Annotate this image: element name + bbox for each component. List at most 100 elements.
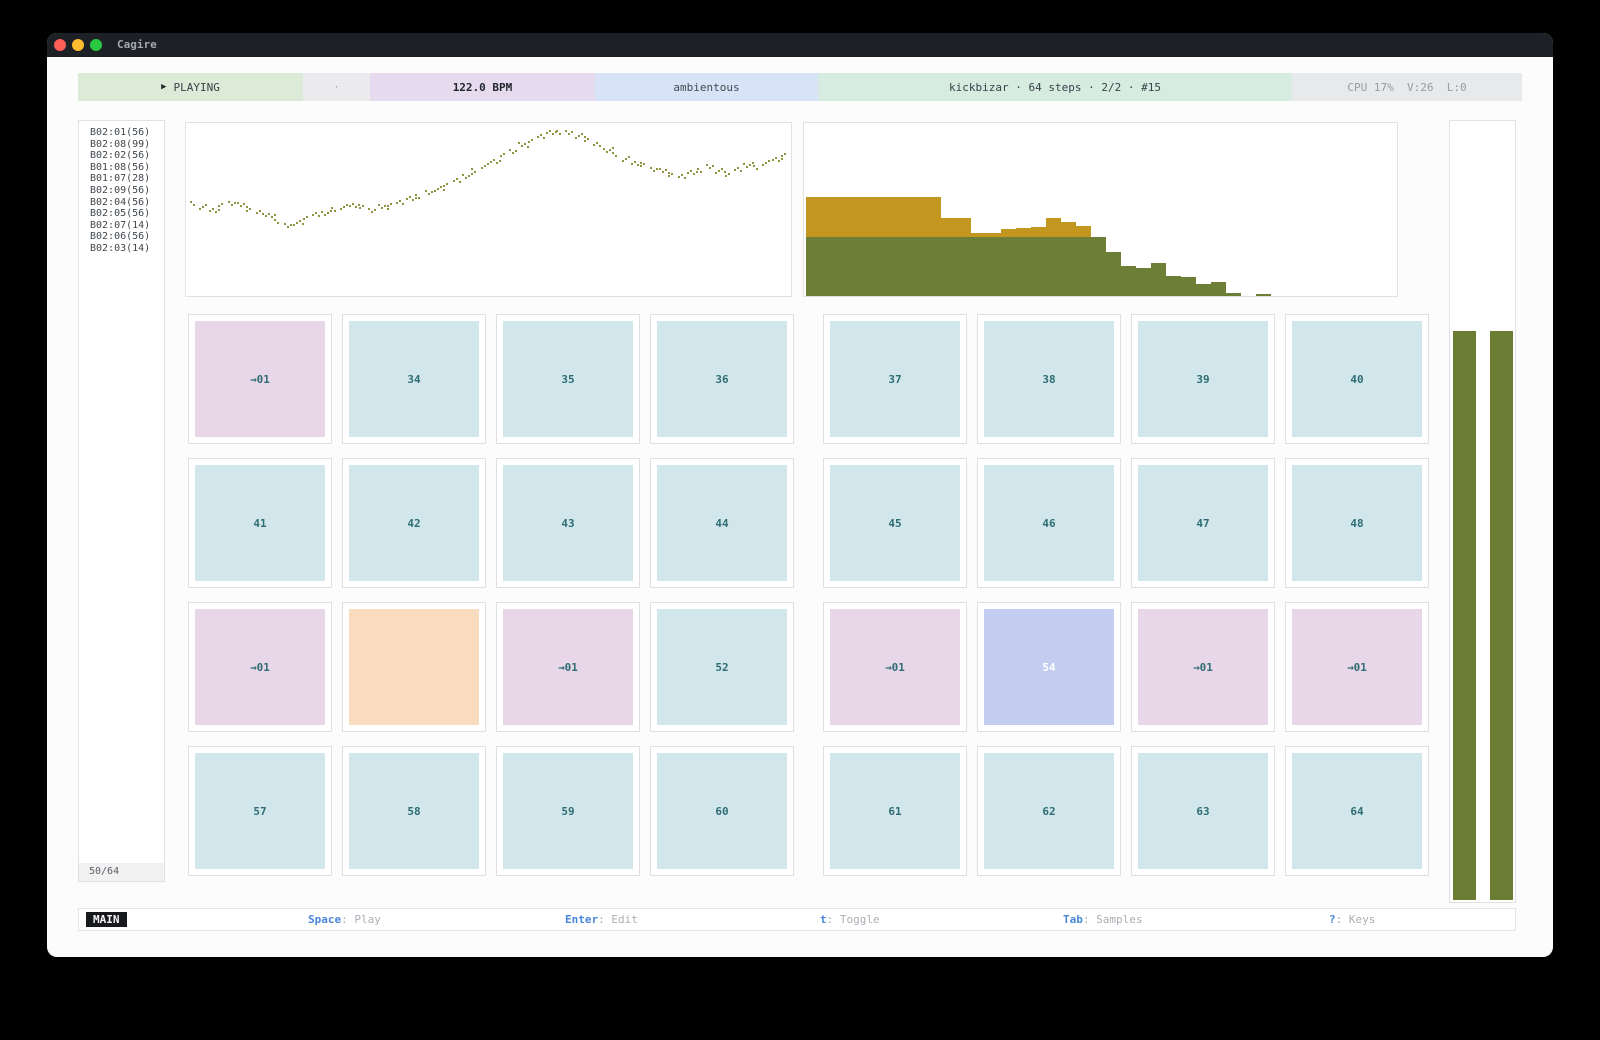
scatter-dot [262, 213, 264, 215]
pad[interactable]: 58 [342, 746, 486, 876]
pad[interactable]: 34 [342, 314, 486, 444]
pad[interactable]: 59 [496, 746, 640, 876]
sample-list-item[interactable]: B02:04(56) [79, 197, 164, 209]
scatter-dot [202, 206, 204, 208]
scatter-dot [296, 222, 298, 224]
scatter-dot [277, 222, 279, 224]
bpm-display[interactable]: 122.0 BPM [370, 73, 595, 101]
sample-list-item[interactable]: B02:06(56) [79, 231, 164, 243]
scatter-dot [687, 172, 689, 174]
sample-list-item[interactable]: B02:09(56) [79, 185, 164, 197]
pad-label: 43 [503, 465, 633, 581]
pad-label: 62 [984, 753, 1114, 869]
scatter-dot [568, 133, 570, 135]
scatter-dot [781, 158, 783, 160]
pad[interactable]: →01 [1131, 602, 1275, 732]
pad[interactable]: 57 [188, 746, 332, 876]
pad[interactable]: 54 [977, 602, 1121, 732]
pad[interactable]: 63 [1131, 746, 1275, 876]
histogram-bar-base [956, 237, 971, 296]
scatter-dot [284, 223, 286, 225]
pad[interactable]: 43 [496, 458, 640, 588]
pad[interactable] [342, 602, 486, 732]
scatter-dot [406, 198, 408, 200]
scatter-dot [697, 168, 699, 170]
minimize-window-button[interactable] [72, 39, 84, 51]
pad[interactable]: 52 [650, 602, 794, 732]
scale-display[interactable]: ambientous [595, 73, 818, 101]
pad[interactable]: 44 [650, 458, 794, 588]
histogram-bar-base [941, 237, 956, 296]
scatter-dot [753, 165, 755, 167]
pad-label: 58 [349, 753, 479, 869]
sample-list-item[interactable]: B02:01(56) [79, 127, 164, 139]
pad-label: 47 [1138, 465, 1268, 581]
pad[interactable]: 38 [977, 314, 1121, 444]
sample-list-item[interactable]: B01:07(28) [79, 173, 164, 185]
pad[interactable]: →01 [823, 602, 967, 732]
transport-status[interactable]: ▶ PLAYING [78, 73, 303, 101]
scatter-dot [606, 151, 608, 153]
histogram-bar-base [866, 237, 881, 296]
scatter-dot [240, 205, 242, 207]
pad-label: 60 [657, 753, 787, 869]
scatter-dot [228, 201, 230, 203]
sample-list-item[interactable]: B01:08(56) [79, 162, 164, 174]
pad[interactable]: 47 [1131, 458, 1275, 588]
pad[interactable]: 60 [650, 746, 794, 876]
scatter-dot [543, 137, 545, 139]
pad[interactable]: →01 [188, 314, 332, 444]
pad[interactable]: 64 [1285, 746, 1429, 876]
pad[interactable]: 40 [1285, 314, 1429, 444]
pad[interactable]: →01 [1285, 602, 1429, 732]
pad[interactable]: 45 [823, 458, 967, 588]
pad-label: 41 [195, 465, 325, 581]
scatter-dot [362, 205, 364, 207]
scatter-dot [721, 168, 723, 170]
scatter-dot [349, 205, 351, 207]
scatter-dot [500, 155, 502, 157]
scatter-dot [387, 205, 389, 207]
pad[interactable]: 42 [342, 458, 486, 588]
scatter-dot [402, 203, 404, 205]
maximize-window-button[interactable] [90, 39, 102, 51]
scatter-dot [503, 153, 505, 155]
scatter-dot [396, 202, 398, 204]
pad[interactable]: 39 [1131, 314, 1275, 444]
scatter-dot [746, 166, 748, 168]
pad[interactable]: 46 [977, 458, 1121, 588]
pad[interactable]: →01 [496, 602, 640, 732]
pad-label: 39 [1138, 321, 1268, 437]
scatter-dot [768, 160, 770, 162]
scatter-dot [246, 210, 248, 212]
scatter-dot [634, 161, 636, 163]
scatter-dot [725, 175, 727, 177]
histogram-bar-top [956, 218, 971, 237]
close-window-button[interactable] [54, 39, 66, 51]
pad-label [349, 609, 479, 725]
scatter-dot [690, 170, 692, 172]
pad[interactable]: 36 [650, 314, 794, 444]
sample-list-item[interactable]: B02:02(56) [79, 150, 164, 162]
pitch-scatter-panel [185, 122, 792, 297]
pad[interactable]: 35 [496, 314, 640, 444]
pad[interactable]: 62 [977, 746, 1121, 876]
pad[interactable]: →01 [188, 602, 332, 732]
sample-list-item[interactable]: B02:03(14) [79, 243, 164, 255]
histogram-bar-base [1166, 276, 1181, 296]
pad[interactable]: 41 [188, 458, 332, 588]
pad-label: →01 [1138, 609, 1268, 725]
scatter-dot [622, 160, 624, 162]
titlebar[interactable]: Cagire [47, 33, 1553, 57]
sample-list-item[interactable]: B02:05(56) [79, 208, 164, 220]
scatter-dot [209, 210, 211, 212]
sample-list-item[interactable]: B02:07(14) [79, 220, 164, 232]
pad[interactable]: 61 [823, 746, 967, 876]
sample-list-item[interactable]: B02:08(99) [79, 139, 164, 151]
pad[interactable]: 48 [1285, 458, 1429, 588]
histogram-bar-top [1076, 226, 1091, 237]
pad[interactable]: 37 [823, 314, 967, 444]
scatter-dot [303, 218, 305, 220]
scatter-dot [662, 171, 664, 173]
scatter-dot [302, 223, 304, 225]
